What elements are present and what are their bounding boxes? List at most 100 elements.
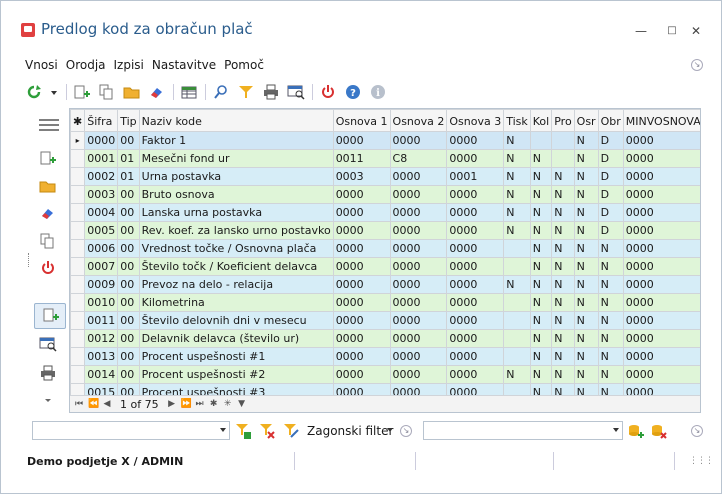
open-folder-icon[interactable] [39, 178, 57, 194]
refresh-dropdown-icon[interactable] [50, 84, 58, 100]
table-cell[interactable] [503, 239, 531, 258]
menu-vnosi[interactable]: Vnosi [25, 58, 58, 74]
table-cell[interactable]: 0000 [389, 257, 448, 276]
next-page-group-icon[interactable]: ⏩ [181, 399, 192, 409]
table-cell[interactable]: D [597, 203, 624, 222]
filter-select-left[interactable] [32, 421, 230, 440]
table-cell[interactable] [503, 311, 531, 330]
row-header[interactable] [70, 311, 86, 330]
close-button[interactable]: ✕ [686, 23, 706, 39]
table-cell[interactable]: N [529, 275, 553, 294]
prev-page-icon[interactable]: ◀ [102, 399, 112, 409]
table-cell[interactable]: N [529, 239, 553, 258]
prev-page-group-icon[interactable]: ⏪ [88, 399, 99, 409]
table-cell[interactable]: N [529, 167, 553, 186]
table-cell[interactable]: 0002 [84, 167, 119, 186]
table-cell[interactable]: C8 [389, 149, 448, 168]
column-header[interactable]: Tip [117, 109, 140, 132]
table-row[interactable]: 0006 00 Vrednost točke / Osnovna plača 0000… [70, 239, 700, 258]
column-header[interactable]: Tisk [503, 109, 531, 132]
table-cell[interactable] [503, 257, 531, 276]
table-cell[interactable]: D [597, 167, 624, 186]
table-cell[interactable]: N [551, 257, 575, 276]
table-cell[interactable]: 0000 [332, 275, 391, 294]
column-header[interactable]: MINVOSNOVA [622, 109, 700, 132]
table-cell[interactable]: 0000 [389, 365, 448, 384]
table-cell[interactable]: 0012 [84, 329, 119, 348]
table-cell[interactable]: N [529, 347, 553, 366]
table-cell[interactable]: 0000 [622, 239, 700, 258]
menu-pomoc[interactable]: Pomoč [224, 58, 264, 74]
table-cell[interactable]: 0000 [622, 293, 700, 312]
filter-expand-icon[interactable]: ↘ [400, 425, 412, 437]
table-cell[interactable]: 0000 [446, 239, 505, 258]
data-grid[interactable]: ✱ Šifra Tip Naziv kode Osnova 1 Osnova 2… [69, 108, 701, 413]
table-cell[interactable]: 0005 [84, 221, 119, 240]
table-cell[interactable]: 0000 [622, 347, 700, 366]
table-cell[interactable]: Kilometrina [138, 293, 334, 312]
table-cell[interactable] [529, 131, 553, 150]
minimize-button[interactable]: — [631, 23, 651, 39]
table-cell[interactable]: N [597, 365, 624, 384]
table-row[interactable]: 0014 00 Procent uspešnosti #2 0000 0000 0000 N… [70, 365, 700, 384]
table-cell[interactable]: 0000 [446, 311, 505, 330]
table-cell[interactable]: Lanska urna postavka [138, 203, 334, 222]
copy-icon[interactable] [98, 84, 116, 100]
menu-collapse-icon[interactable]: ↘ [691, 59, 703, 71]
table-cell[interactable]: 0000 [332, 293, 391, 312]
more-dropdown-icon[interactable] [39, 393, 57, 409]
table-cell[interactable]: 0013 [84, 347, 119, 366]
table-cell[interactable]: 0000 [446, 347, 505, 366]
column-header[interactable]: Osnova 3 [446, 109, 505, 132]
table-cell[interactable]: N [573, 275, 599, 294]
table-cell[interactable]: 0001 [84, 149, 119, 168]
table-cell[interactable]: 0000 [622, 221, 700, 240]
table-cell[interactable]: 0000 [332, 221, 391, 240]
table-cell[interactable]: 0009 [84, 275, 119, 294]
table-cell[interactable]: N [529, 329, 553, 348]
table-row[interactable]: 0007 00 Število točk / Koeficient delavca 0… [70, 257, 700, 276]
help-icon[interactable]: ? [344, 84, 362, 100]
row-header[interactable] [70, 257, 86, 276]
row-header[interactable] [70, 293, 86, 312]
table-cell[interactable]: 00 [117, 221, 140, 240]
table-cell[interactable]: 0001 [446, 167, 505, 186]
table-cell[interactable]: N [503, 365, 531, 384]
table-cell[interactable]: N [503, 149, 531, 168]
table-cell[interactable]: 0000 [622, 365, 700, 384]
table-row[interactable]: ▸ 0000 00 Faktor 1 0000 0000 0000 N N D 0000 [70, 131, 700, 150]
table-cell[interactable]: Urna postavka [138, 167, 334, 186]
table-cell[interactable]: N [597, 311, 624, 330]
row-header[interactable] [70, 239, 86, 258]
table-cell[interactable]: 00 [117, 365, 140, 384]
edit-filter-icon[interactable] [283, 423, 299, 439]
table-cell[interactable]: 0000 [389, 329, 448, 348]
table-cell[interactable]: N [573, 131, 599, 150]
table-cell[interactable]: 0000 [446, 275, 505, 294]
add-database-icon[interactable] [628, 423, 644, 439]
table-cell[interactable]: 0000 [446, 149, 505, 168]
table-cell[interactable]: 0000 [446, 293, 505, 312]
table-cell[interactable]: Faktor 1 [138, 131, 334, 150]
table-row[interactable]: 0011 00 Število delovnih dni v mesecu 0000 0… [70, 311, 700, 330]
table-cell[interactable]: N [573, 239, 599, 258]
table-cell[interactable]: N [529, 311, 553, 330]
table-cell[interactable]: N [597, 275, 624, 294]
table-cell[interactable]: 0000 [446, 221, 505, 240]
table-cell[interactable]: 00 [117, 239, 140, 258]
table-cell[interactable] [503, 293, 531, 312]
row-header[interactable] [70, 149, 86, 168]
edit-row-icon[interactable]: ✳ [223, 399, 233, 409]
table-cell[interactable]: 00 [117, 329, 140, 348]
table-cell[interactable]: 0014 [84, 365, 119, 384]
table-cell[interactable]: N [551, 203, 575, 222]
table-cell[interactable]: N [551, 275, 575, 294]
row-header[interactable] [70, 167, 86, 186]
table-cell[interactable]: 0000 [332, 347, 391, 366]
table-cell[interactable]: 0000 [622, 185, 700, 204]
column-header[interactable]: Šifra [84, 109, 119, 132]
table-cell[interactable]: 01 [117, 149, 140, 168]
row-header[interactable] [70, 275, 86, 294]
table-cell[interactable]: 00 [117, 347, 140, 366]
table-row[interactable]: 0009 00 Prevoz na delo - relacija 0000 0000 0… [70, 275, 700, 294]
